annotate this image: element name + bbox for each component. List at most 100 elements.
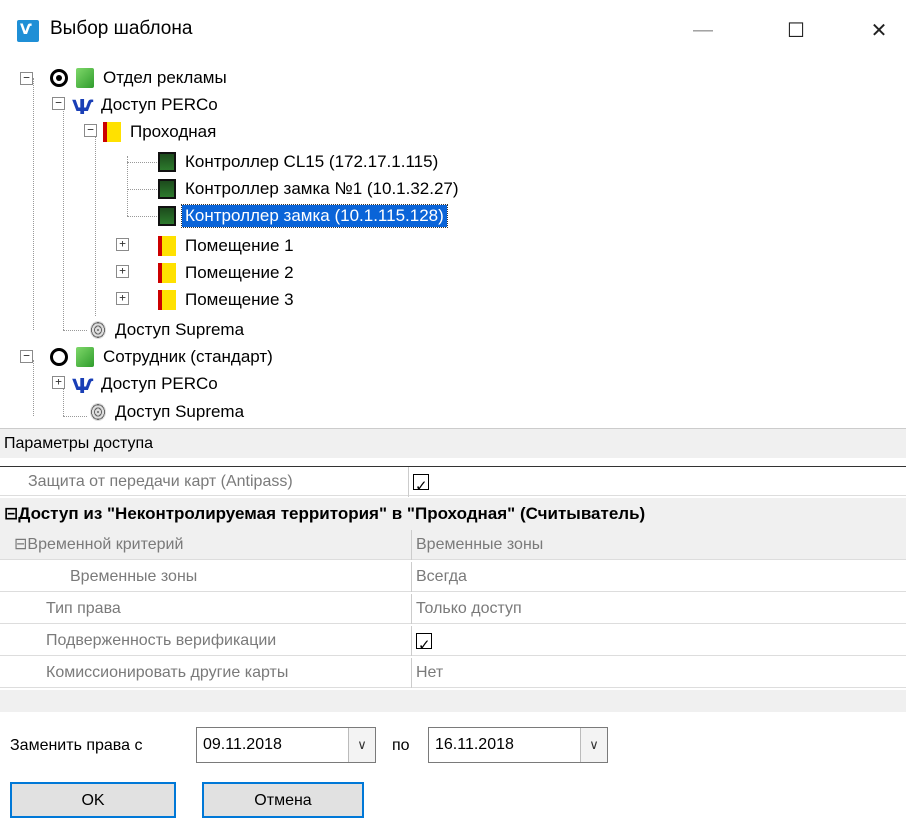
tree-line [127, 162, 157, 163]
expand-toggle[interactable]: + [116, 238, 129, 251]
prop-key: Временные зоны [70, 568, 198, 585]
app-icon-glyph: Ѵ [20, 22, 32, 38]
controller-icon [158, 151, 176, 172]
chevron-down-icon[interactable]: ∨ [580, 728, 607, 762]
collapse-toggle[interactable]: − [52, 97, 65, 110]
tree-line [127, 189, 157, 190]
collapse-toggle[interactable]: − [84, 124, 97, 137]
fingerprint-icon [90, 402, 106, 421]
collapse-toggle[interactable]: − [20, 350, 33, 363]
tree-item-sotrudnik[interactable]: Сотрудник (стандарт) [50, 343, 276, 370]
date-from-picker[interactable]: 09.11.2018 ∨ [196, 727, 376, 763]
prop-key: ⊟Временной критерий [14, 536, 184, 553]
prop-value[interactable] [411, 626, 432, 660]
tree-line [63, 416, 87, 417]
tree-item-controller-cl15[interactable]: Контроллер CL15 (172.17.1.115) [158, 148, 441, 175]
tree-line [95, 132, 96, 316]
tree-item-label: Контроллер замка №1 (10.1.32.27) [185, 178, 459, 198]
expand-toggle[interactable]: + [116, 292, 129, 305]
ok-button[interactable]: OK [10, 782, 176, 818]
tree-item-label: Помещение 1 [185, 235, 294, 255]
expand-toggle[interactable]: + [116, 265, 129, 278]
prop-value[interactable]: Всегда [411, 562, 467, 592]
chevron-down-icon[interactable]: ∨ [348, 728, 375, 762]
tree-line [33, 78, 34, 330]
perco-icon: Ѱ [72, 373, 94, 398]
prop-key: Подверженность верификации [46, 632, 277, 649]
date-from-value: 09.11.2018 [203, 736, 282, 753]
template-check-icon [76, 346, 94, 367]
fingerprint-icon [90, 320, 106, 339]
door-icon [103, 121, 121, 142]
tree-item-label: Отдел рекламы [103, 67, 227, 87]
tree-item-room-2[interactable]: Помещение 2 [158, 259, 297, 286]
tree-item-label: Проходная [130, 121, 217, 141]
tree-item-room-3[interactable]: Помещение 3 [158, 286, 297, 313]
tree-item-room-1[interactable]: Помещение 1 [158, 232, 297, 259]
access-section-title[interactable]: ⊟Доступ из "Неконтролируемая территория"… [0, 498, 906, 530]
to-label: по [392, 737, 410, 754]
antipass-checkbox[interactable] [413, 471, 429, 501]
prop-row-time-zones[interactable]: Временные зоны Всегда [0, 562, 906, 592]
prop-value[interactable]: Нет [411, 658, 443, 688]
tree-item-label: Доступ Suprema [115, 319, 245, 339]
maximize-button[interactable]: ☐ [773, 12, 819, 48]
prop-row-right-type[interactable]: Тип права Только доступ [0, 594, 906, 624]
radio-unselected-icon[interactable] [50, 347, 68, 366]
tree-line [127, 216, 157, 217]
tree-item-label: Доступ Suprema [115, 401, 245, 421]
prop-value[interactable]: Временные зоны [411, 530, 543, 560]
tree-line [63, 330, 87, 331]
tree-item-dostup-suprema-2[interactable]: Доступ Suprema [90, 398, 247, 425]
prop-row-commission-cards[interactable]: Комиссионировать другие карты Нет [0, 658, 906, 688]
date-to-value: 16.11.2018 [435, 736, 514, 753]
prop-row-time-criterion[interactable]: ⊟Временной критерий Временные зоны [0, 530, 906, 560]
prop-value[interactable]: Только доступ [411, 594, 522, 624]
expand-toggle[interactable]: + [52, 376, 65, 389]
antipass-row[interactable]: Защита от передачи карт (Antipass) [0, 466, 906, 501]
tree-item-label: Помещение 2 [185, 262, 294, 282]
tree-line [63, 102, 64, 330]
tree-item-otdel-reklamy[interactable]: Отдел рекламы [50, 64, 230, 91]
verification-checkbox[interactable] [416, 630, 432, 660]
door-icon [158, 262, 176, 283]
antipass-value[interactable] [408, 467, 429, 501]
replace-rights-label: Заменить права с [10, 737, 143, 754]
collapse-toggle[interactable]: − [20, 72, 33, 85]
door-icon [158, 289, 176, 310]
antipass-label: Защита от передачи карт (Antipass) [28, 473, 293, 490]
door-icon [158, 235, 176, 256]
template-check-icon [76, 67, 94, 88]
tree-item-label: Контроллер замка (10.1.115.128) [181, 203, 448, 228]
controller-icon [158, 205, 176, 226]
tree-item-dostup-perco-2[interactable]: Ѱ Доступ PERCo [72, 370, 221, 398]
params-filler [0, 690, 906, 712]
cancel-button[interactable]: Отмена [202, 782, 364, 818]
prop-row-verification[interactable]: Подверженность верификации [0, 626, 906, 660]
perco-icon: Ѱ [72, 94, 94, 119]
tree-item-dostup-suprema[interactable]: Доступ Suprema [90, 316, 247, 343]
window-title: Выбор шаблона [50, 18, 193, 39]
tree-line [127, 156, 128, 216]
date-to-picker[interactable]: 16.11.2018 ∨ [428, 727, 608, 763]
params-header: Параметры доступа [0, 428, 906, 458]
tree-item-label: Доступ PERCo [101, 94, 218, 114]
tree-item-label: Сотрудник (стандарт) [103, 346, 273, 366]
title-bar: Ѵ Выбор шаблона — ☐ ✕ [0, 0, 906, 60]
prop-key: Комиссионировать другие карты [46, 664, 289, 681]
prop-key: Тип права [46, 600, 121, 617]
tree-item-dostup-perco[interactable]: Ѱ Доступ PERCo [72, 91, 221, 119]
tree-item-label: Доступ PERCo [101, 373, 218, 393]
tree-item-label: Контроллер CL15 (172.17.1.115) [185, 151, 439, 171]
minimize-button[interactable]: — [680, 12, 726, 48]
tree-item-prohodnaya[interactable]: Проходная [103, 118, 219, 145]
tree-item-controller-lock-1[interactable]: Контроллер замка №1 (10.1.32.27) [158, 175, 462, 202]
tree-item-label: Помещение 3 [185, 289, 294, 309]
tree-line [33, 360, 34, 416]
controller-icon [158, 178, 176, 199]
template-tree[interactable]: − − − + + + − + Отдел рекламы Ѱ Доступ P… [0, 60, 906, 428]
tree-item-controller-lock-selected[interactable]: Контроллер замка (10.1.115.128) [158, 202, 448, 229]
close-button[interactable]: ✕ [856, 12, 902, 48]
radio-selected-icon[interactable] [50, 68, 68, 87]
app-icon: Ѵ [17, 20, 39, 42]
